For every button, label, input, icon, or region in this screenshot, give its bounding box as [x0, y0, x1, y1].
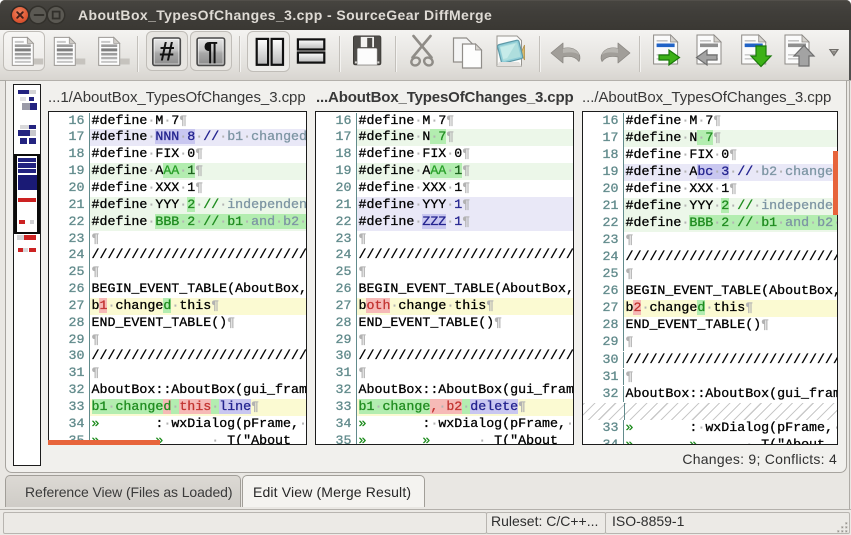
svg-text:#: # [159, 37, 174, 67]
svg-text:¶: ¶ [204, 36, 218, 66]
